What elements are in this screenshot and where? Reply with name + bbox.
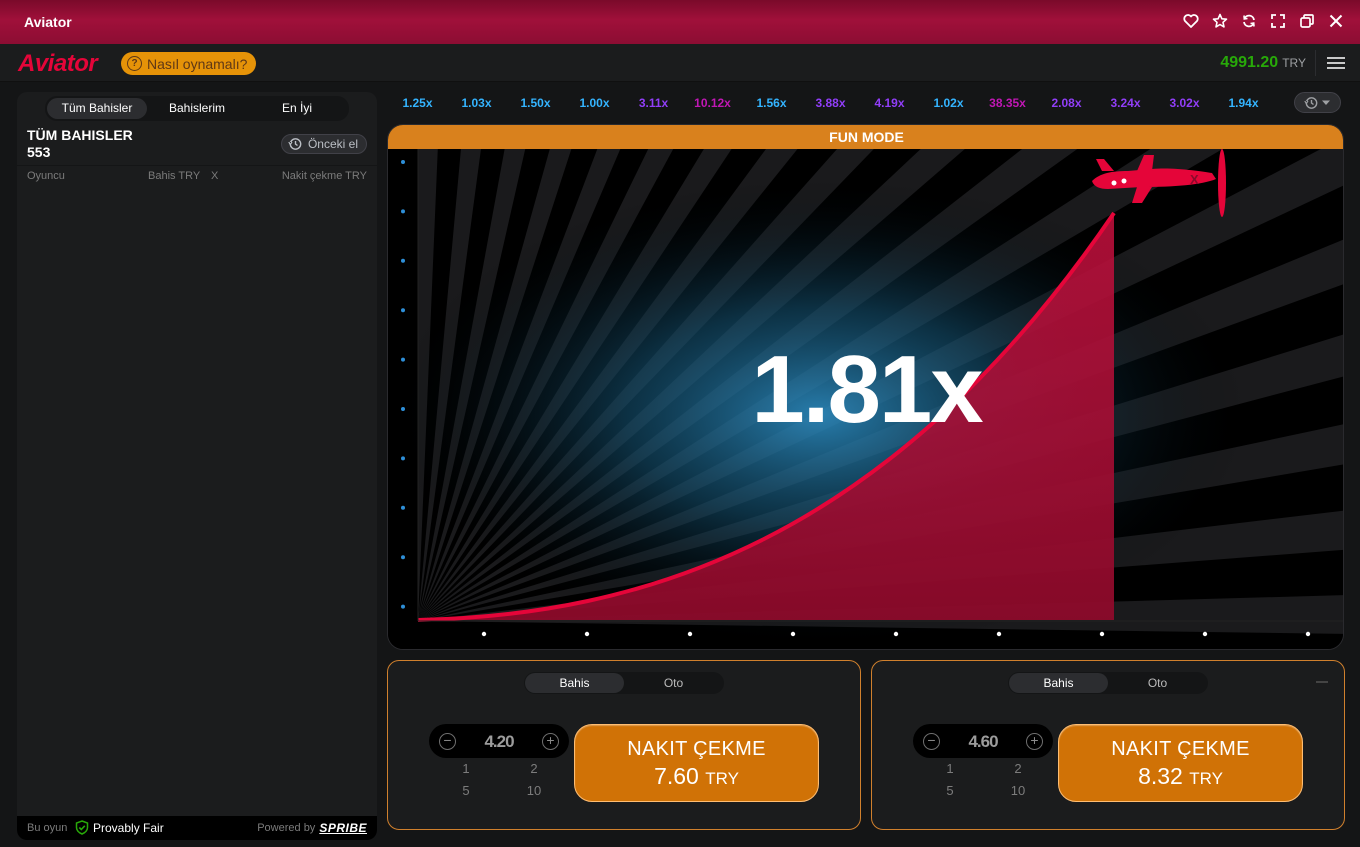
refresh-icon[interactable] xyxy=(1241,13,1257,29)
how-to-play-label: Nasıl oynamalı? xyxy=(147,55,248,72)
balance: 4991.20 TRY xyxy=(1220,54,1306,72)
this-game-label: Bu oyun xyxy=(27,822,68,834)
history-multiplier[interactable]: 4.19x xyxy=(860,96,919,110)
shield-check-icon xyxy=(75,820,89,835)
tab-top-bets[interactable]: En İyi xyxy=(247,98,347,119)
history-multiplier[interactable]: 10.12x xyxy=(683,96,742,110)
star-icon[interactable] xyxy=(1212,13,1228,29)
bet-amount-stepper: − 4.60 + xyxy=(913,724,1053,758)
history-multiplier[interactable]: 1.25x xyxy=(388,96,447,110)
balance-amount: 4991.20 xyxy=(1220,54,1279,71)
history-multiplier[interactable]: 1.00x xyxy=(565,96,624,110)
cashout-currency: TRY xyxy=(1189,769,1223,788)
quick-amount-10[interactable]: 10 xyxy=(985,783,1051,798)
cashout-amount-line: 8.32 TRY xyxy=(1059,763,1302,790)
quick-amount-10[interactable]: 10 xyxy=(501,783,567,798)
balance-currency: TRY xyxy=(1282,56,1306,70)
restore-window-icon[interactable] xyxy=(1299,13,1315,29)
quick-amount-5[interactable]: 5 xyxy=(433,783,499,798)
tab-bet[interactable]: Bahis xyxy=(1009,673,1108,693)
cashout-currency: TRY xyxy=(705,769,739,788)
remove-panel-button[interactable] xyxy=(1316,681,1328,683)
svg-text:X: X xyxy=(1190,172,1199,187)
plus-icon[interactable]: + xyxy=(1026,733,1043,750)
cashout-button[interactable]: NAKIT ÇEKME 8.32 TRY xyxy=(1058,724,1303,802)
history-multiplier[interactable]: 1.02x xyxy=(919,96,978,110)
powered-by-label: Powered by xyxy=(257,822,316,834)
heart-icon[interactable] xyxy=(1183,13,1199,29)
tab-auto[interactable]: Oto xyxy=(1108,673,1207,693)
bet-mode-tabs: Bahis Oto xyxy=(524,672,724,694)
history-multiplier[interactable]: 1.56x xyxy=(742,96,801,110)
quick-amount-2[interactable]: 2 xyxy=(985,761,1051,776)
all-bets-header: TÜM BAHISLER 553 xyxy=(27,127,133,161)
history-icon xyxy=(288,138,302,150)
history-multiplier[interactable]: 1.94x xyxy=(1214,96,1273,110)
window-controls xyxy=(1183,13,1344,29)
provably-fair-button[interactable]: Provably Fair xyxy=(75,820,164,835)
quick-amount-1[interactable]: 1 xyxy=(433,761,499,776)
bet-panel-2: Bahis Oto − 4.60 + 1 2 5 10 NAKIT ÇEKME … xyxy=(871,660,1345,830)
cashout-amount-line: 7.60 TRY xyxy=(575,763,818,790)
history-multiplier[interactable]: 3.88x xyxy=(801,96,860,110)
previous-hand-button[interactable]: Önceki el xyxy=(280,134,367,154)
window-title: Aviator xyxy=(24,14,72,30)
bets-tabs: Tüm Bahisler Bahislerim En İyi xyxy=(45,96,349,121)
header-separator xyxy=(17,165,377,166)
aviator-logo: Aviator xyxy=(18,50,98,77)
history-multiplier[interactable]: 2.08x xyxy=(1037,96,1096,110)
tab-auto[interactable]: Oto xyxy=(624,673,723,693)
cashout-amount: 7.60 xyxy=(654,763,699,789)
cashout-label: NAKIT ÇEKME xyxy=(1111,738,1250,760)
bet-mode-tabs: Bahis Oto xyxy=(1008,672,1208,694)
col-bet: Bahis TRY xyxy=(148,170,201,182)
previous-hand-label: Önceki el xyxy=(307,137,358,151)
panel-footer: Bu oyun Provably Fair Powered by SPRIBE xyxy=(17,816,377,840)
chevron-down-icon xyxy=(1322,100,1330,105)
col-cashout: Nakit çekme TRY xyxy=(281,170,367,182)
tab-my-bets[interactable]: Bahislerim xyxy=(147,98,247,119)
bet-amount-stepper: − 4.20 + xyxy=(429,724,569,758)
cashout-button[interactable]: NAKIT ÇEKME 7.60 TRY xyxy=(574,724,819,802)
header-divider xyxy=(1315,50,1316,76)
plus-icon[interactable]: + xyxy=(542,733,559,750)
bet-panel-1: Bahis Oto − 4.20 + 1 2 5 10 NAKIT ÇEKME … xyxy=(387,660,861,830)
game-stage: FUN MODE X 1.81x xyxy=(387,124,1344,650)
fullscreen-icon[interactable] xyxy=(1270,13,1286,29)
col-multiplier: X xyxy=(211,170,219,182)
powered-by: Powered by SPRIBE xyxy=(257,821,367,835)
history-dropdown-button[interactable] xyxy=(1294,92,1341,113)
bets-panel: Tüm Bahisler Bahislerim En İyi TÜM BAHIS… xyxy=(17,92,377,840)
quick-amount-5[interactable]: 5 xyxy=(917,783,983,798)
history-multiplier[interactable]: 1.50x xyxy=(506,96,565,110)
cashout-label: NAKIT ÇEKME xyxy=(627,738,766,760)
all-bets-count: 553 xyxy=(27,144,51,160)
history-multiplier[interactable]: 3.02x xyxy=(1155,96,1214,110)
quick-amount-2[interactable]: 2 xyxy=(501,761,567,776)
spribe-logo[interactable]: SPRIBE xyxy=(319,821,367,835)
tab-bet[interactable]: Bahis xyxy=(525,673,624,693)
history-icon xyxy=(1304,96,1318,109)
quick-amount-1[interactable]: 1 xyxy=(917,761,983,776)
window-titlebar: Aviator xyxy=(0,0,1360,44)
history-multiplier[interactable]: 1.03x xyxy=(447,96,506,110)
history-multiplier[interactable]: 38.35x xyxy=(978,96,1037,110)
provably-fair-label: Provably Fair xyxy=(93,820,164,835)
question-icon: ? xyxy=(127,56,142,71)
tab-all-bets[interactable]: Tüm Bahisler xyxy=(47,98,147,119)
cashout-amount: 8.32 xyxy=(1138,763,1183,789)
col-player: Oyuncu xyxy=(27,170,65,182)
fun-mode-banner: FUN MODE xyxy=(388,125,1343,149)
how-to-play-button[interactable]: ? Nasıl oynamalı? xyxy=(121,52,257,75)
all-bets-title: TÜM BAHISLER xyxy=(27,127,133,143)
current-multiplier: 1.81x xyxy=(751,336,983,443)
multiplier-history: 1.25x 1.03x 1.50x 1.00x 3.11x 10.12x 1.56x 3.88… xyxy=(388,92,1294,114)
menu-icon[interactable] xyxy=(1326,55,1346,71)
app-header: Aviator ? Nasıl oynamalı? 4991.20 TRY xyxy=(0,44,1360,82)
history-multiplier[interactable]: 3.11x xyxy=(624,96,683,110)
close-icon[interactable] xyxy=(1328,13,1344,29)
history-multiplier[interactable]: 3.24x xyxy=(1096,96,1155,110)
